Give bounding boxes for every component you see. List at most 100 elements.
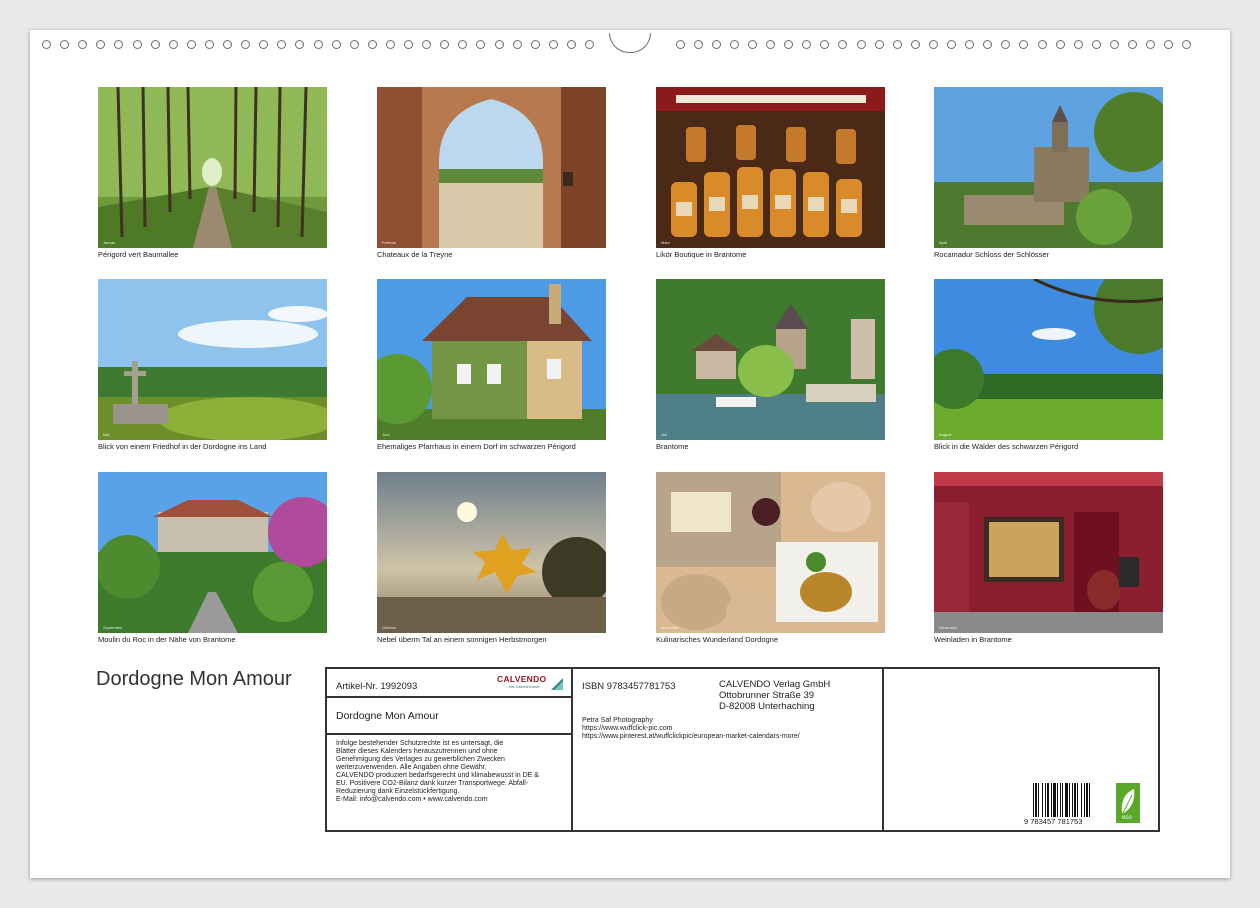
isbn: ISBN 9783457781753 <box>582 681 676 692</box>
binding-ring <box>802 40 812 49</box>
binding-ring <box>892 40 902 49</box>
barcode-bar <box>1081 783 1082 817</box>
photo-november: November <box>656 472 885 633</box>
calvendo-logo-subtitle: Ihre Kalendermarke <box>509 685 540 689</box>
legal-line: Infolge bestehender Schutzrechte ist es … <box>336 740 504 747</box>
binding-ring <box>295 40 305 49</box>
binding-ring <box>385 40 395 49</box>
publisher-line: Ottobrunner Straße 39 <box>719 690 815 701</box>
binding-ring <box>1128 40 1137 49</box>
photo-month-label: April <box>939 240 948 245</box>
photo-caption: Rocamadur Schloss der Schlösser <box>934 250 1050 259</box>
publisher-line: CALVENDO Verlag GmbH <box>719 679 831 690</box>
photo-februar: Februar <box>377 87 606 248</box>
legal-line: Reduzierung dank Einzelstückfertigung. <box>336 788 460 795</box>
photo-month-label: Juli <box>661 432 668 437</box>
photo-caption: Chateaux de la Treyne <box>377 250 453 259</box>
binding-ring <box>78 40 88 49</box>
binding-ring <box>1001 40 1011 49</box>
binding-ring <box>874 40 884 49</box>
legal-notice: Infolge bestehender Schutzrechte ist es … <box>336 740 539 804</box>
binding-ring <box>1055 40 1065 49</box>
binding-ring <box>241 40 251 49</box>
binding-ring <box>404 40 413 49</box>
photo-month-label: Januar <box>103 240 116 245</box>
forest-avenue-image <box>98 87 327 248</box>
photo-caption: Moulin du Roc in der Nähe von Brantome <box>98 635 236 644</box>
binding-ring <box>766 40 775 49</box>
photo-caption: Blick in die Wälder des schwarzen Périgo… <box>934 442 1079 451</box>
calvendo-logo-text: CALVENDO <box>497 674 547 684</box>
cemetery-view-image <box>98 279 327 440</box>
barcode-bar <box>1057 783 1058 817</box>
binding-ring <box>422 40 432 49</box>
photo-caption: Nebel überm Tal an einem sonnigen Herbst… <box>377 635 547 644</box>
binding-ring <box>530 40 540 49</box>
binding-ring <box>458 40 468 49</box>
photo-month-label: Februar <box>382 240 397 245</box>
binding-ring <box>313 40 323 49</box>
spiral-binding <box>30 33 1230 54</box>
photo-month-label: Mai <box>103 432 110 437</box>
binding-ring <box>693 40 703 49</box>
black-perigord-forest-image <box>934 279 1163 440</box>
culinary-collage-image <box>656 472 885 633</box>
calendar-title-in-box: Dordogne Mon Amour <box>336 710 439 722</box>
wine-shop-image <box>934 472 1163 633</box>
photo-month-label: Dezember <box>939 625 958 630</box>
photo-month-label: September <box>103 625 123 630</box>
barcode-bar <box>1035 783 1037 817</box>
binding-ring <box>440 40 450 49</box>
binding-ring <box>60 40 70 49</box>
photo-month-label: März <box>661 240 670 245</box>
binding-ring <box>349 40 359 49</box>
author-name: Petra Saf Photography <box>582 717 653 724</box>
castle-gate-image <box>377 87 606 248</box>
barcode-bar <box>1038 783 1039 817</box>
eco-badge: eco <box>1116 783 1140 823</box>
binding-ring <box>1091 40 1101 49</box>
photo-caption: Weinladen in Brantome <box>934 635 1012 644</box>
binding-ring <box>96 40 106 49</box>
photo-caption: Ehemaliges Pfarrhaus in einem Dorf im sc… <box>377 442 576 451</box>
binding-ring <box>1109 40 1119 49</box>
binding-ring <box>675 40 685 49</box>
binding-ring <box>784 40 794 49</box>
legal-line: EU. Positivere CO2-Bilanz dank kurzer Tr… <box>336 780 529 787</box>
photo-caption: Blick von einem Friedhof in der Dordogne… <box>98 442 267 451</box>
photo-april: April <box>934 87 1163 248</box>
publisher-address: CALVENDO Verlag GmbH Ottobrunner Straße … <box>719 679 830 712</box>
autumn-leaf-fog-image <box>377 472 606 633</box>
binding-ring <box>204 40 214 49</box>
binding-ring <box>747 40 757 49</box>
binding-ring <box>1146 40 1156 49</box>
barcode-bar <box>1051 783 1052 817</box>
photo-juli: Juli <box>656 279 885 440</box>
binding-ring <box>585 40 594 49</box>
binding-ring <box>856 40 866 49</box>
photo-month-label: Juni <box>382 432 390 437</box>
binding-ring <box>548 40 558 49</box>
legal-line: CALVENDO produziert bedarfsgerecht und k… <box>336 772 539 779</box>
barcode-bar <box>1065 783 1068 817</box>
barcode-bar <box>1062 783 1063 817</box>
barcode-bar <box>1045 783 1046 817</box>
binding-ring <box>947 40 956 49</box>
binding-ring <box>168 40 178 49</box>
legal-line: Blätter dieses Kalenders herauszutrennen… <box>336 748 498 755</box>
binding-ring <box>277 40 287 49</box>
binding-ring <box>186 40 196 49</box>
binding-ring <box>729 40 739 49</box>
rocamadour-castle-image <box>934 87 1163 248</box>
barcode-bar <box>1033 783 1034 817</box>
binding-ring <box>965 40 975 49</box>
legal-line: Genehmigung des Verlages zu gewerblichen… <box>336 756 505 763</box>
barcode <box>1033 783 1090 817</box>
legal-line: weiterzuverwenden. Alle Angaben ohne Gew… <box>336 764 487 771</box>
brantome-river-image <box>656 279 885 440</box>
binding-ring <box>512 40 522 49</box>
binding-ring <box>476 40 486 49</box>
binding-ring <box>259 40 269 49</box>
binding-ring <box>1073 40 1083 49</box>
binding-ring <box>42 40 51 49</box>
